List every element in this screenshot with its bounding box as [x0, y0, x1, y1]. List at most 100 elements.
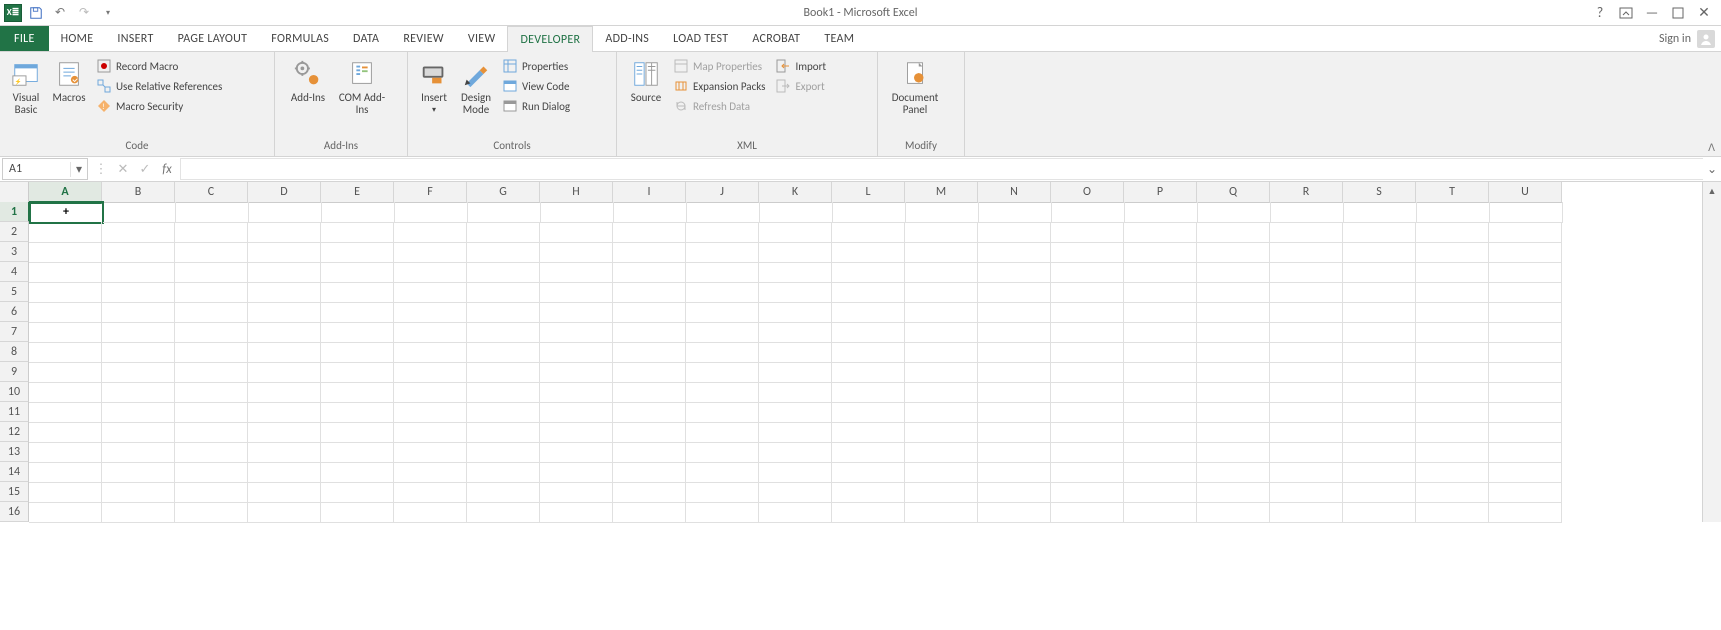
cell[interactable]	[1416, 462, 1489, 483]
cell[interactable]	[394, 462, 467, 483]
cell[interactable]	[1124, 382, 1197, 403]
column-header[interactable]: L	[832, 182, 905, 203]
tab-data[interactable]: DATA	[341, 26, 391, 51]
cell[interactable]	[613, 382, 686, 403]
cell[interactable]	[1270, 502, 1343, 523]
tab-home[interactable]: HOME	[49, 26, 106, 51]
cell[interactable]	[832, 502, 905, 523]
cell[interactable]	[759, 382, 832, 403]
column-header[interactable]: I	[613, 182, 686, 203]
cell[interactable]	[102, 342, 175, 363]
cell[interactable]	[102, 242, 175, 263]
cell[interactable]	[1416, 222, 1489, 243]
close-icon[interactable]: ✕	[1695, 4, 1713, 22]
cell[interactable]	[832, 262, 905, 283]
tab-add-ins[interactable]: ADD-INS	[593, 26, 661, 51]
column-header[interactable]: R	[1270, 182, 1343, 203]
cell[interactable]	[1124, 482, 1197, 503]
cell[interactable]	[175, 442, 248, 463]
row-header[interactable]: 5	[0, 282, 29, 302]
cell[interactable]	[394, 482, 467, 503]
column-header[interactable]: S	[1343, 182, 1416, 203]
cell[interactable]	[175, 342, 248, 363]
cell[interactable]	[540, 282, 613, 303]
redo-icon[interactable]: ↷	[74, 5, 94, 20]
cell[interactable]	[978, 262, 1051, 283]
macro-security-button[interactable]: !Macro Security	[96, 98, 222, 114]
cell[interactable]	[759, 222, 832, 243]
column-header[interactable]: B	[102, 182, 175, 203]
collapse-ribbon-icon[interactable]: ᐱ	[1708, 141, 1715, 154]
fx-options-icon[interactable]: ⋮	[90, 162, 112, 177]
cell[interactable]	[1343, 242, 1416, 263]
cell[interactable]	[29, 442, 102, 463]
cell[interactable]	[249, 202, 322, 223]
cell[interactable]	[1489, 342, 1562, 363]
cell[interactable]	[1124, 502, 1197, 523]
scroll-up-icon[interactable]: ▲	[1703, 182, 1721, 200]
cell[interactable]	[614, 202, 687, 223]
cell[interactable]	[175, 402, 248, 423]
cell[interactable]	[978, 502, 1051, 523]
cell[interactable]: +	[30, 202, 103, 223]
cell[interactable]	[613, 322, 686, 343]
row-header[interactable]: 2	[0, 222, 29, 242]
cell[interactable]	[1051, 462, 1124, 483]
cell[interactable]	[1270, 242, 1343, 263]
maximize-icon[interactable]	[1669, 4, 1687, 22]
column-header[interactable]: E	[321, 182, 394, 203]
cell[interactable]	[759, 422, 832, 443]
column-header[interactable]: C	[175, 182, 248, 203]
cell[interactable]	[394, 442, 467, 463]
cell[interactable]	[1051, 342, 1124, 363]
cell[interactable]	[102, 382, 175, 403]
user-avatar-icon[interactable]	[1697, 30, 1715, 48]
row-header[interactable]: 3	[0, 242, 29, 262]
cell[interactable]	[1343, 462, 1416, 483]
cell[interactable]	[1270, 282, 1343, 303]
cell[interactable]	[686, 242, 759, 263]
cell[interactable]	[759, 442, 832, 463]
cell[interactable]	[1197, 302, 1270, 323]
cell[interactable]	[175, 322, 248, 343]
tab-team[interactable]: TEAM	[812, 26, 866, 51]
cell[interactable]	[175, 502, 248, 523]
cell[interactable]	[905, 242, 978, 263]
name-box-dropdown-icon[interactable]: ▾	[70, 162, 87, 177]
cell[interactable]	[540, 382, 613, 403]
cell[interactable]	[175, 262, 248, 283]
cell[interactable]	[321, 282, 394, 303]
cell[interactable]	[321, 322, 394, 343]
cell[interactable]	[759, 502, 832, 523]
cell[interactable]	[905, 382, 978, 403]
visual-basic-button[interactable]: ⚡ Visual Basic	[6, 54, 46, 116]
cell[interactable]	[1197, 282, 1270, 303]
tab-review[interactable]: REVIEW	[391, 26, 456, 51]
cell[interactable]	[1124, 342, 1197, 363]
cell[interactable]	[1051, 362, 1124, 383]
formula-input[interactable]	[180, 158, 1703, 180]
design-mode-button[interactable]: Design Mode	[454, 54, 498, 116]
cell[interactable]	[467, 382, 540, 403]
cell[interactable]	[248, 442, 321, 463]
cell[interactable]	[321, 422, 394, 443]
cell[interactable]	[1343, 382, 1416, 403]
cell[interactable]	[248, 302, 321, 323]
cell[interactable]	[394, 502, 467, 523]
cell[interactable]	[102, 362, 175, 383]
column-header[interactable]: D	[248, 182, 321, 203]
cell[interactable]	[833, 202, 906, 223]
cell[interactable]	[686, 402, 759, 423]
row-header[interactable]: 12	[0, 422, 29, 442]
cell[interactable]	[1051, 262, 1124, 283]
cell[interactable]	[1198, 202, 1271, 223]
row-header[interactable]: 8	[0, 342, 29, 362]
cell[interactable]	[248, 222, 321, 243]
cell[interactable]	[978, 402, 1051, 423]
row-header[interactable]: 14	[0, 462, 29, 482]
cell[interactable]	[1197, 462, 1270, 483]
cell[interactable]	[29, 382, 102, 403]
cell[interactable]	[978, 462, 1051, 483]
cell[interactable]	[905, 362, 978, 383]
cell[interactable]	[321, 342, 394, 363]
